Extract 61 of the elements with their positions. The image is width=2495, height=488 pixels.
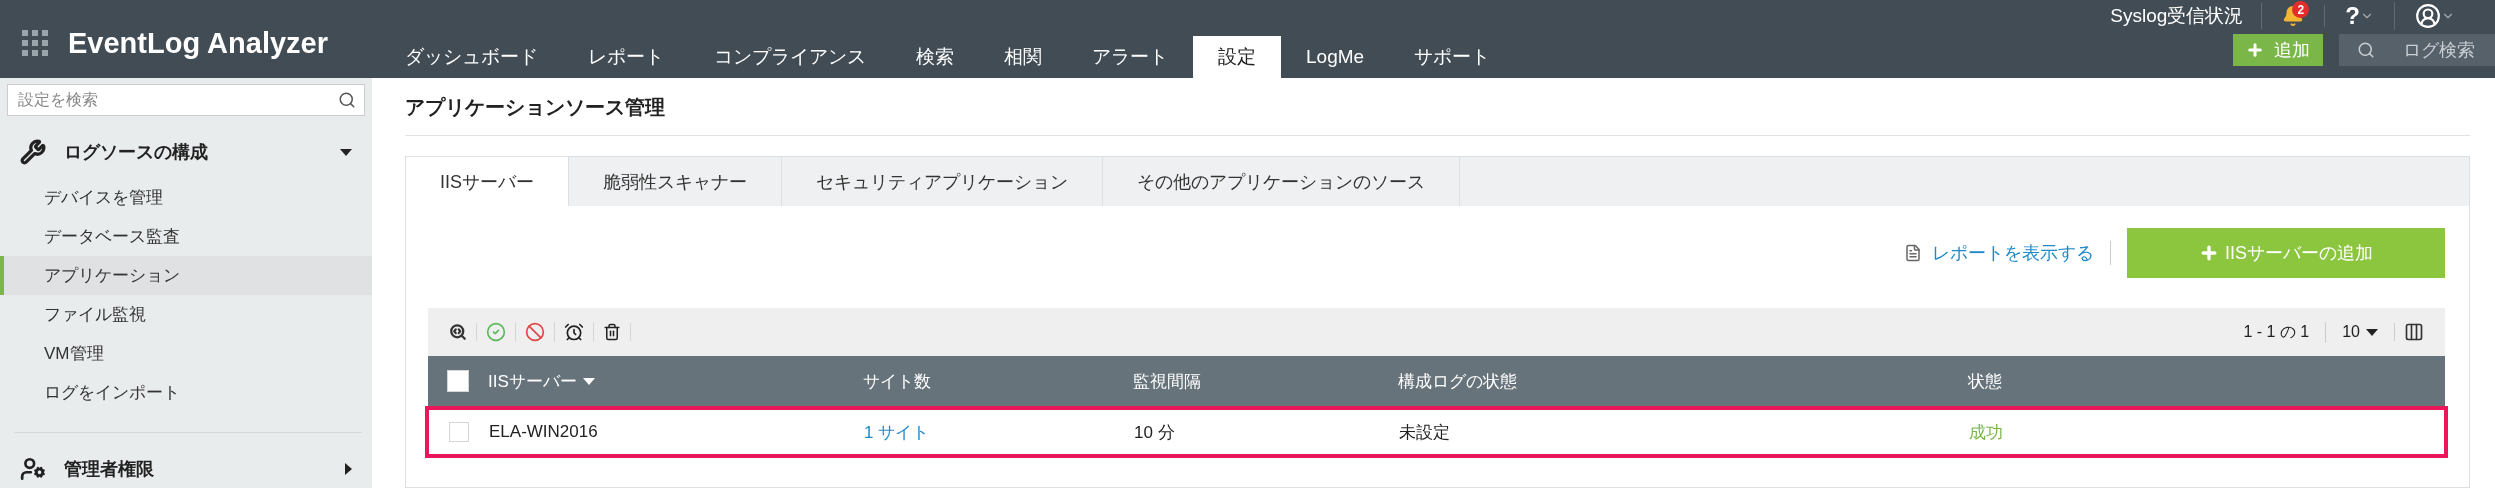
pagination-info: 1 - 1 の 1 [2243,321,2327,343]
sidebar-section-header[interactable]: 管理者権限 [0,443,372,488]
enable-check-icon[interactable] [486,322,506,342]
nav-tab[interactable]: 相関 [979,36,1067,78]
nav-tab[interactable]: 設定 [1193,36,1281,78]
user-gear-icon [20,456,46,482]
sidebar-item[interactable]: VM管理 [0,334,372,373]
sidebar-item[interactable]: データベース監査 [0,217,372,256]
alarm-clock-icon[interactable] [564,322,584,342]
column-header[interactable]: 状態 [1968,369,2445,393]
tab[interactable]: 脆弱性スキャナー [569,157,782,206]
log-search-button[interactable]: ログ検索 [2339,34,2495,66]
column-header[interactable]: 構成ログの状態 [1398,369,1968,393]
settings-search-box[interactable]: 設定を検索 [7,84,365,116]
column-header[interactable]: サイト数 [863,369,1133,393]
wrench-icon [20,139,46,165]
syslog-status-link[interactable]: Syslog受信状況 [2092,3,2263,29]
app-grid-icon[interactable] [22,30,48,56]
trash-icon[interactable] [603,323,621,341]
plus-icon [2199,243,2219,263]
nav-tab[interactable]: コンプライアンス [689,36,891,78]
tab[interactable]: その他のアプリケーションのソース [1103,157,1460,206]
row-checkbox[interactable] [449,422,469,442]
sidebar-item[interactable]: ログをインポート [0,373,372,412]
caret-right-icon[interactable] [345,463,352,475]
disable-icon[interactable] [525,322,545,342]
tab[interactable]: IISサーバー [406,157,569,206]
status-text: 成功 [1969,421,2004,444]
nav-tab[interactable]: 検索 [891,36,979,78]
sidebar-section-header[interactable]: ログソースの構成 [0,126,372,178]
caret-down-icon[interactable] [2366,328,2378,336]
select-all-checkbox[interactable] [447,370,469,392]
app-logo: EventLog Analyzer [68,26,328,60]
sidebar-item[interactable]: アプリケーション [0,256,372,295]
sidebar-item[interactable]: デバイスを管理 [0,178,372,217]
nav-tab[interactable]: アラート [1067,36,1193,78]
nav-tab[interactable]: LogMe [1281,36,1390,78]
table-cell-text: 未設定 [1399,421,1451,444]
nav-tab[interactable]: ダッシュボード [380,36,563,78]
column-header[interactable]: 監視間隔 [1133,369,1398,393]
plus-icon [2246,41,2264,59]
nav-tab[interactable]: サポート [1389,36,1516,78]
table-cell-text: 10 分 [1134,421,1176,444]
caret-down-icon[interactable] [340,148,352,156]
search-icon [2357,41,2375,59]
page-size-select[interactable]: 10 [2326,323,2395,341]
view-report-link[interactable]: レポートを表示する [1904,241,2111,265]
nav-tab[interactable]: レポート [563,36,689,78]
column-header[interactable]: IISサーバー [488,369,863,393]
site-count-link[interactable]: 1 サイト [864,420,1134,444]
page-title: アプリケーションソース管理 [405,78,2470,136]
document-icon [1904,244,1922,262]
help-menu[interactable]: ? [2345,2,2360,30]
table-cell-text: ELA-WIN2016 [489,422,599,442]
tab[interactable]: セキュリティアプリケーション [782,157,1103,206]
search-icon[interactable] [338,91,356,109]
user-avatar-icon[interactable] [2415,3,2441,29]
sort-caret-icon[interactable] [582,377,595,385]
sidebar-item[interactable]: ファイル監視 [0,295,372,334]
notification-badge: 2 [2292,1,2310,18]
search-icon[interactable] [449,323,467,341]
